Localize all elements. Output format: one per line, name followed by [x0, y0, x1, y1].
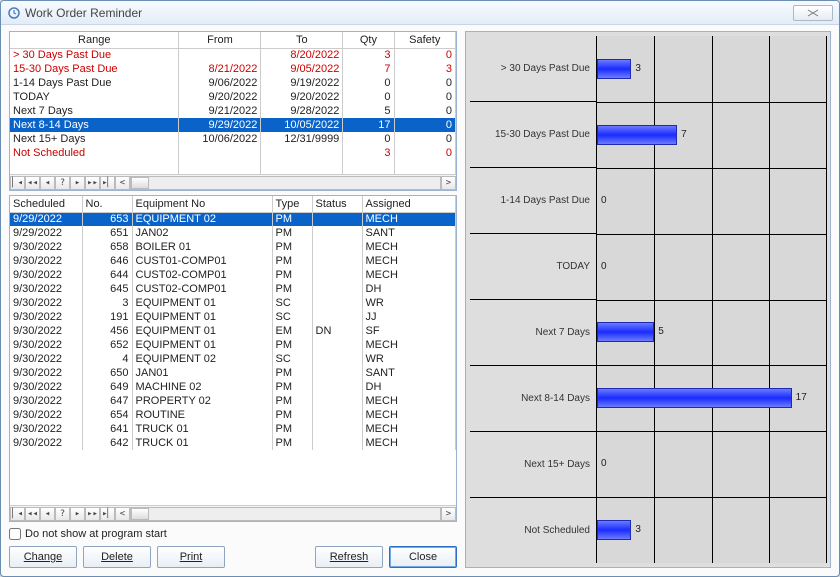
chart-category-label: Next 15+ Days	[470, 431, 596, 497]
nav-prev-page[interactable]: ◂◂	[25, 507, 40, 521]
startup-checkbox-label: Do not show at program start	[25, 528, 167, 540]
nav-scroll-left[interactable]: <	[115, 507, 130, 521]
window-title: Work Order Reminder	[25, 6, 142, 20]
button-row: Change Delete Print Refresh Close	[9, 546, 457, 568]
chart-bar-label: 0	[601, 261, 607, 272]
summary-col-header[interactable]: Range	[10, 32, 179, 48]
chart-bar-label: 3	[635, 524, 641, 535]
summary-row[interactable]: Next 15+ Days10/06/202212/31/999900	[10, 132, 456, 146]
chart-category-label: TODAY	[470, 233, 596, 299]
summary-row[interactable]: 1-14 Days Past Due9/06/20229/19/202200	[10, 76, 456, 90]
summary-row[interactable]: Next 8-14 Days9/29/202210/05/2022170	[10, 118, 456, 132]
detail-col-header[interactable]: Status	[312, 196, 362, 212]
chart-category-label: Not Scheduled	[470, 497, 596, 563]
chart-category-label: Next 8-14 Days	[470, 365, 596, 431]
nav-last[interactable]: ▸▏	[100, 507, 115, 521]
nav-scroll-right[interactable]: >	[441, 176, 456, 190]
chart-bar-label: 5	[658, 326, 664, 337]
nav-help[interactable]: ?	[55, 176, 70, 190]
summary-row[interactable]: Next 7 Days9/21/20229/28/202250	[10, 104, 456, 118]
nav-prev[interactable]: ◂	[40, 176, 55, 190]
detail-row[interactable]: 9/29/2022651JAN02PMSANT	[10, 226, 456, 240]
detail-row[interactable]: 9/30/20224EQUIPMENT 02SCWR	[10, 352, 456, 366]
app-icon	[7, 6, 21, 20]
detail-col-header[interactable]: No.	[82, 196, 132, 212]
detail-row[interactable]: 9/30/2022456EQUIPMENT 01EMDNSF	[10, 324, 456, 338]
detail-col-header[interactable]: Type	[272, 196, 312, 212]
summary-col-header[interactable]: Qty	[343, 32, 394, 48]
summary-row[interactable]: TODAY9/20/20229/20/202200	[10, 90, 456, 104]
chart-bar	[597, 322, 654, 342]
nav-first[interactable]: ▏◂	[10, 176, 25, 190]
detail-row[interactable]: 9/30/2022642TRUCK 01PMMECH	[10, 436, 456, 450]
nav-next[interactable]: ▸	[70, 176, 85, 190]
nav-next-page[interactable]: ▸▸	[85, 507, 100, 521]
detail-row[interactable]: 9/30/2022652EQUIPMENT 01PMMECH	[10, 338, 456, 352]
change-button[interactable]: Change	[9, 546, 77, 568]
detail-row[interactable]: 9/30/20223EQUIPMENT 01SCWR	[10, 296, 456, 310]
chart-bar-label: 0	[601, 458, 607, 469]
nav-scrollbar[interactable]	[130, 507, 441, 521]
nav-scroll-right[interactable]: >	[441, 507, 456, 521]
chart-bar	[597, 388, 792, 408]
chart-bar-label: 0	[601, 195, 607, 206]
chart-bar	[597, 125, 677, 145]
detail-row[interactable]: 9/30/2022644CUST02-COMP01PMMECH	[10, 268, 456, 282]
startup-checkbox[interactable]	[9, 528, 21, 540]
nav-prev[interactable]: ◂	[40, 507, 55, 521]
chart-bar	[597, 520, 631, 540]
summary-navbar[interactable]: ▏◂ ◂◂ ◂ ? ▸ ▸▸ ▸▏ < >	[10, 174, 456, 190]
detail-row[interactable]: 9/30/2022649MACHINE 02PMDH	[10, 380, 456, 394]
detail-row[interactable]: 9/30/2022641TRUCK 01PMMECH	[10, 422, 456, 436]
detail-row[interactable]: 9/30/2022646CUST01-COMP01PMMECH	[10, 254, 456, 268]
detail-row[interactable]: 9/30/2022654ROUTINEPMMECH	[10, 408, 456, 422]
summary-row[interactable]: Not Scheduled30	[10, 146, 456, 160]
detail-grid[interactable]: ScheduledNo.Equipment NoTypeStatusAssign…	[9, 195, 457, 522]
detail-navbar[interactable]: ▏◂ ◂◂ ◂ ? ▸ ▸▸ ▸▏ < >	[10, 505, 456, 521]
chart-category-label: 15-30 Days Past Due	[470, 101, 596, 167]
print-button[interactable]: Print	[157, 546, 225, 568]
detail-col-header[interactable]: Scheduled	[10, 196, 82, 212]
delete-button[interactable]: Delete	[83, 546, 151, 568]
chart-bar-label: 7	[681, 129, 687, 140]
chart-category-label: > 30 Days Past Due	[470, 36, 596, 101]
startup-check-row: Do not show at program start	[9, 526, 457, 542]
detail-row[interactable]: 9/30/2022647PROPERTY 02PMMECH	[10, 394, 456, 408]
summary-row[interactable]: > 30 Days Past Due8/20/202230	[10, 48, 456, 62]
chart-bar-label: 3	[635, 63, 641, 74]
chart-category-label: 1-14 Days Past Due	[470, 167, 596, 233]
nav-last[interactable]: ▸▏	[100, 176, 115, 190]
close-icon[interactable]	[793, 5, 833, 21]
nav-prev-page[interactable]: ◂◂	[25, 176, 40, 190]
window: Work Order Reminder RangeFromToQtySafety…	[0, 0, 840, 577]
summary-row[interactable]: 15-30 Days Past Due8/21/20229/05/202273	[10, 62, 456, 76]
summary-grid[interactable]: RangeFromToQtySafety > 30 Days Past Due8…	[9, 31, 457, 191]
detail-row[interactable]: 9/30/2022658BOILER 01PMMECH	[10, 240, 456, 254]
nav-first[interactable]: ▏◂	[10, 507, 25, 521]
nav-scroll-left[interactable]: <	[115, 176, 130, 190]
nav-next[interactable]: ▸	[70, 507, 85, 521]
detail-row[interactable]: 9/30/2022645CUST02-COMP01PMDH	[10, 282, 456, 296]
summary-col-header[interactable]: Safety	[394, 32, 455, 48]
summary-col-header[interactable]: From	[179, 32, 261, 48]
detail-col-header[interactable]: Equipment No	[132, 196, 272, 212]
detail-col-header[interactable]: Assigned	[362, 196, 456, 212]
titlebar: Work Order Reminder	[1, 1, 839, 25]
detail-row[interactable]: 9/29/2022653EQUIPMENT 02PMMECH	[10, 212, 456, 226]
chart-category-label: Next 7 Days	[470, 299, 596, 365]
nav-next-page[interactable]: ▸▸	[85, 176, 100, 190]
detail-row[interactable]: 9/30/2022191EQUIPMENT 01SCJJ	[10, 310, 456, 324]
chart: > 30 Days Past Due15-30 Days Past Due1-1…	[465, 31, 831, 568]
chart-bar	[597, 59, 631, 79]
nav-scrollbar[interactable]	[130, 176, 441, 190]
close-button[interactable]: Close	[389, 546, 457, 568]
detail-row[interactable]: 9/30/2022650JAN01PMSANT	[10, 366, 456, 380]
chart-bar-label: 17	[796, 392, 807, 403]
content: RangeFromToQtySafety > 30 Days Past Due8…	[9, 31, 831, 568]
nav-help[interactable]: ?	[55, 507, 70, 521]
right-pane: > 30 Days Past Due15-30 Days Past Due1-1…	[465, 31, 831, 568]
refresh-button[interactable]: Refresh	[315, 546, 383, 568]
summary-col-header[interactable]: To	[261, 32, 343, 48]
left-pane: RangeFromToQtySafety > 30 Days Past Due8…	[9, 31, 457, 568]
